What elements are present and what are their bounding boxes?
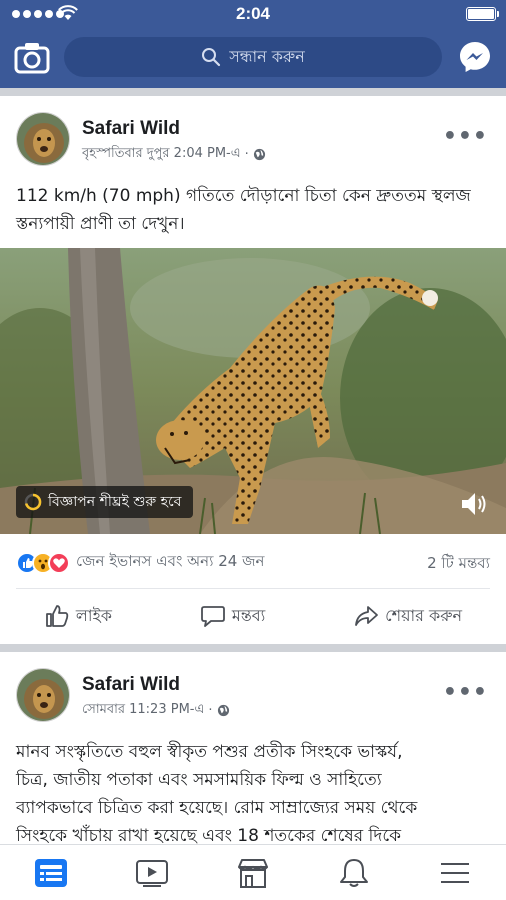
feed-post: Safari Wild সোমবার 11:23 PM-এ · ••• মানব… [0,652,506,844]
share-icon [355,606,379,626]
reactions-text: জেন ইভানস এবং অন্য 24 জন [76,552,265,570]
battery-icon [466,7,499,21]
globe-icon [217,704,229,717]
search-bar[interactable]: সন্ধান করুন [64,37,442,77]
post-actions: লাইক মন্তব্য শেয়ার করুন [0,590,506,642]
marketplace-icon [237,858,268,888]
nav-news-feed[interactable] [26,851,76,895]
nav-menu[interactable] [430,851,480,895]
search-placeholder: সন্ধান করুন [229,46,305,66]
reactions-summary[interactable]: জেন ইভানস এবং অন্য 24 জন [16,550,264,575]
avatar[interactable] [16,112,70,166]
news-feed-icon [34,858,67,887]
loading-spinner-icon [24,493,42,511]
nav-marketplace[interactable] [228,851,278,895]
actions-separator [16,588,490,589]
like-button[interactable]: লাইক [44,603,112,630]
video-play-icon [135,859,168,887]
post-text: 112 km/h (70 mph) গতিতে দৌড়ানো চিতা কেন… [16,186,471,234]
post-timestamp[interactable]: সোমবার 11:23 PM-এ [82,700,204,721]
author-name[interactable]: Safari Wild [82,674,180,696]
post-meta: বৃহস্পতিবার দুপুর 2:04 PM-এ · [82,144,266,165]
camera-icon[interactable] [14,40,50,74]
volume-icon[interactable] [460,490,490,518]
globe-icon [253,148,265,161]
avatar[interactable] [16,668,70,722]
more-options-icon[interactable]: ••• [443,680,488,705]
bell-icon [340,858,369,887]
bottom-nav [0,844,506,900]
nav-watch[interactable] [127,851,177,895]
thumbs-up-icon [46,605,69,627]
comment-icon [200,606,225,627]
feed-divider [0,644,506,652]
post-text: মানব সংস্কৃতিতে বহুল স্বীকৃত পশুর প্রতীক… [16,742,418,844]
hamburger-menu-icon [441,862,470,883]
comments-count[interactable]: 2 টি মন্তব্য [427,552,490,577]
more-options-icon[interactable]: ••• [443,124,488,149]
status-time: 2:04 [235,4,271,23]
author-name[interactable]: Safari Wild [82,118,180,140]
search-icon [202,48,221,67]
top-bar: 2:04 সন্ধান করুন [0,0,506,88]
ad-starting-badge: বিজ্ঞাপন শীঘ্রই শুরু হবে [16,486,194,518]
nav-notifications[interactable] [329,851,379,895]
post-timestamp[interactable]: বৃহস্পতিবার দুপুর 2:04 PM-এ [82,144,241,165]
status-bar: 2:04 [0,0,506,28]
share-button[interactable]: শেয়ার করুন [353,603,462,630]
post-meta: সোমবার 11:23 PM-এ · [82,700,230,721]
love-reaction-icon [48,551,70,574]
messenger-icon[interactable] [458,40,492,74]
comment-button[interactable]: মন্তব্য [200,603,265,630]
feed-divider [0,88,506,96]
feed-post: Safari Wild বৃহস্পতিবার দুপুর 2:04 PM-এ … [0,96,506,644]
